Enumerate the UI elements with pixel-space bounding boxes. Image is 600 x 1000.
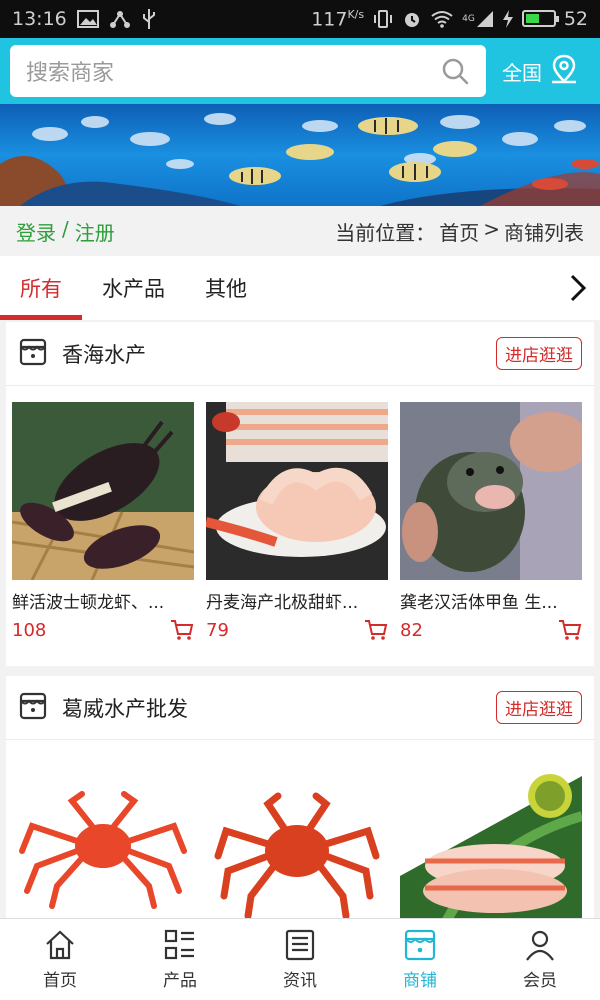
- category-tabs: 所有 水产品 其他: [0, 256, 600, 320]
- wifi-icon: [430, 10, 454, 28]
- product-image-king-crab[interactable]: [206, 756, 388, 918]
- product-price: 79: [206, 619, 229, 641]
- login-separator: /: [62, 216, 69, 241]
- shop-card: 葛威水产批发 进店逛逛: [6, 676, 594, 918]
- nav-member[interactable]: 会员: [480, 919, 600, 1000]
- product-card[interactable]: 鲜活波士顿龙虾、... 108: [12, 402, 194, 643]
- breadcrumb-bar: 登录 / 注册 当前位置： 首页 > 商铺列表: [0, 206, 600, 256]
- shop-header: 葛威水产批发 进店逛逛: [6, 676, 594, 740]
- signal-icon: 4G: [462, 10, 494, 28]
- breadcrumb-arrow: >: [483, 216, 500, 241]
- network-speed: 117K/s: [311, 7, 365, 31]
- user-icon: [523, 928, 557, 962]
- search-placeholder: 搜索商家: [26, 61, 115, 86]
- enter-shop-button[interactable]: 进店逛逛: [496, 691, 582, 724]
- search-input[interactable]: 搜索商家: [10, 45, 486, 97]
- battery-level: 52: [563, 7, 588, 30]
- usb-icon: [141, 8, 157, 30]
- tab-other[interactable]: 其他: [185, 256, 267, 320]
- product-image-sweet-shrimp[interactable]: [400, 756, 582, 918]
- search-icon[interactable]: [440, 56, 470, 86]
- nav-news[interactable]: 资讯: [240, 919, 360, 1000]
- product-card[interactable]: [206, 756, 388, 918]
- vibrate-icon: [372, 9, 394, 29]
- gallery-icon: [76, 10, 99, 28]
- product-card[interactable]: [400, 756, 582, 918]
- product-list: [6, 740, 594, 918]
- home-icon: [43, 928, 77, 962]
- product-image-shrimp[interactable]: [206, 402, 388, 580]
- header: 搜索商家 全国: [0, 38, 600, 104]
- clock: 13:16: [12, 8, 67, 30]
- shop-icon: [403, 928, 437, 962]
- tab-aquatic-products[interactable]: 水产品: [82, 256, 185, 320]
- product-title: 龚老汉活体甲鱼 生...: [400, 593, 558, 613]
- banner-image[interactable]: [0, 104, 600, 206]
- chevron-right-icon[interactable]: [556, 256, 600, 320]
- region-selector[interactable]: 全国: [502, 54, 578, 89]
- share-icon: [109, 9, 131, 29]
- product-image-turtle[interactable]: [400, 402, 582, 580]
- nav-member-label: 会员: [523, 971, 557, 991]
- breadcrumb-current: 商铺列表: [504, 220, 584, 245]
- news-icon: [283, 928, 317, 962]
- shop-card: 香海水产 进店逛逛 鲜活波士顿龙虾、... 108 丹麦海产北极甜虾... 79…: [6, 322, 594, 666]
- location-pin-icon: [550, 54, 578, 89]
- nav-products-label: 产品: [163, 971, 197, 991]
- nav-home-label: 首页: [43, 971, 77, 991]
- nav-home[interactable]: 首页: [0, 919, 120, 1000]
- breadcrumb: 当前位置： 首页 > 商铺列表: [335, 217, 584, 246]
- nav-shops-label: 商铺: [403, 971, 437, 991]
- product-card[interactable]: 龚老汉活体甲鱼 生... 82: [400, 402, 582, 643]
- product-list: 鲜活波士顿龙虾、... 108 丹麦海产北极甜虾... 79 龚老汉活体甲鱼 生…: [6, 386, 594, 643]
- list-icon: [163, 928, 197, 962]
- nav-news-label: 资讯: [283, 971, 317, 991]
- nav-products[interactable]: 产品: [120, 919, 240, 1000]
- cart-icon[interactable]: [558, 619, 582, 641]
- bottom-nav: 首页 产品 资讯 商铺 会员: [0, 918, 600, 1000]
- shop-name[interactable]: 香海水产: [62, 339, 146, 369]
- region-label: 全国: [502, 60, 542, 85]
- store-icon: [18, 337, 48, 371]
- product-image-crab[interactable]: [12, 756, 194, 918]
- tab-all[interactable]: 所有: [0, 256, 82, 320]
- product-title: 鲜活波士顿龙虾、...: [12, 593, 165, 613]
- product-price: 82: [400, 619, 423, 641]
- nav-shops[interactable]: 商铺: [360, 919, 480, 1000]
- product-price: 108: [12, 619, 47, 641]
- register-link[interactable]: 注册: [75, 217, 115, 246]
- battery-icon: [521, 10, 559, 28]
- login-link[interactable]: 登录: [16, 217, 56, 246]
- shop-name[interactable]: 葛威水产批发: [62, 693, 188, 723]
- product-card[interactable]: 丹麦海产北极甜虾... 79: [206, 402, 388, 643]
- cart-icon[interactable]: [170, 619, 194, 641]
- cart-icon[interactable]: [364, 619, 388, 641]
- product-image-lobster[interactable]: [12, 402, 194, 580]
- store-icon: [18, 691, 48, 725]
- status-bar: 13:16 117K/s 4G 52: [0, 0, 600, 38]
- product-card[interactable]: [12, 756, 194, 918]
- product-title: 丹麦海产北极甜虾...: [206, 593, 359, 613]
- login-register: 登录 / 注册: [16, 217, 115, 246]
- charging-icon: [502, 9, 514, 29]
- shop-header: 香海水产 进店逛逛: [6, 322, 594, 386]
- enter-shop-button[interactable]: 进店逛逛: [496, 337, 582, 370]
- alarm-icon: [402, 9, 422, 29]
- breadcrumb-home[interactable]: 首页: [439, 217, 479, 246]
- location-label: 当前位置：: [335, 220, 436, 245]
